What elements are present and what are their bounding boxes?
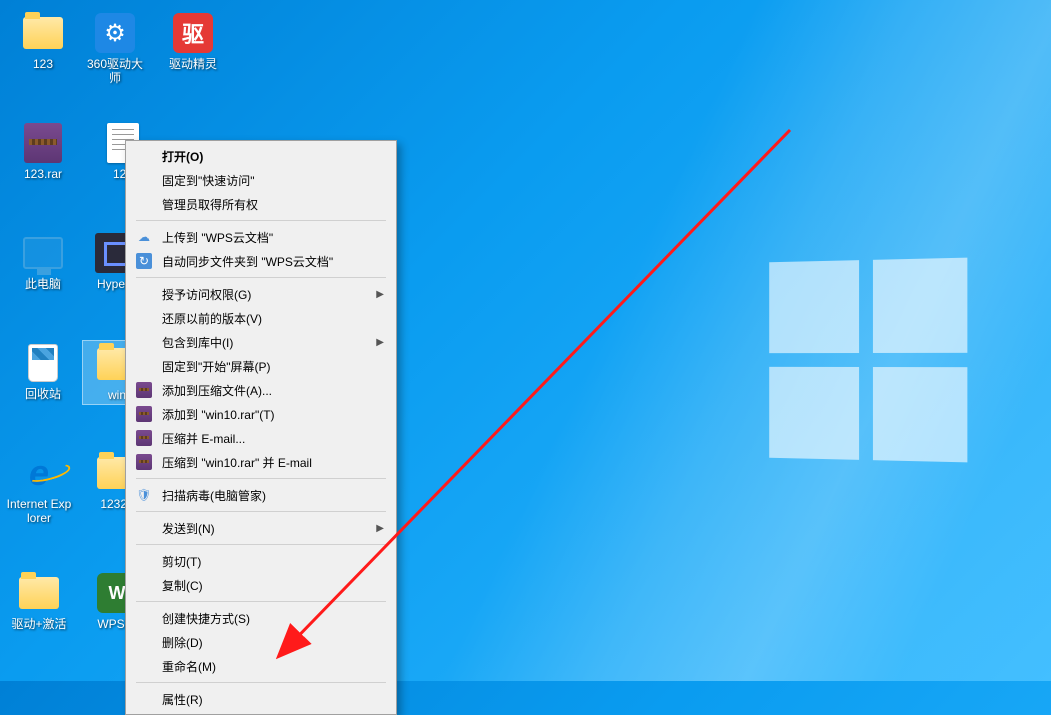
desktop-icon-123-rar[interactable]: 123.rar	[8, 120, 78, 183]
rar-icon	[136, 382, 152, 398]
menu-item[interactable]: 删除(D)	[128, 630, 394, 654]
menu-item-label: 固定到"开始"屏幕(P)	[162, 358, 271, 375]
icon-label: Internet Explorer	[6, 497, 72, 526]
rar-icon	[136, 406, 152, 422]
context-menu: 打开(O) 固定到"快速访问" 管理员取得所有权 ☁ 上传到 "WPS云文档" ↻ 自动同步…	[125, 140, 397, 715]
menu-separator	[136, 544, 386, 545]
desktop-icon-this-pc[interactable]: 此电脑	[8, 230, 78, 293]
folder-icon	[18, 572, 60, 614]
menu-item-label: 删除(D)	[162, 634, 203, 651]
icon-label: win	[108, 388, 126, 402]
menu-item[interactable]: 包含到库中(I) ▶	[128, 330, 394, 354]
chevron-right-icon: ▶	[376, 289, 384, 300]
menu-item[interactable]: 发送到(N) ▶	[128, 516, 394, 540]
menu-item[interactable]: 授予访问权限(G) ▶	[128, 282, 394, 306]
menu-item-label: 压缩并 E-mail...	[162, 430, 245, 447]
menu-item[interactable]: 复制(C)	[128, 573, 394, 597]
menu-item-label: 压缩到 "win10.rar" 并 E-mail	[162, 454, 312, 471]
menu-item-label: 剪切(T)	[162, 553, 201, 570]
rar-icon	[136, 430, 152, 446]
menu-separator	[136, 277, 386, 278]
menu-item-label: 创建快捷方式(S)	[162, 610, 250, 627]
menu-item-label: 添加到压缩文件(A)...	[162, 382, 272, 399]
menu-separator	[136, 220, 386, 221]
menu-separator	[136, 511, 386, 512]
menu-separator	[136, 601, 386, 602]
desktop-icon-driver-activate[interactable]: 驱动+激活	[4, 570, 74, 633]
menu-item-label: 属性(R)	[162, 691, 203, 708]
shield-icon: 🛡	[136, 487, 152, 503]
icon-label: 123.rar	[24, 167, 62, 181]
menu-item-label: 扫描病毒(电脑管家)	[162, 487, 266, 504]
icon-label: 驱动精灵	[169, 57, 217, 71]
desktop-icon-360-driver[interactable]: ⚙ 360驱动大师	[80, 10, 150, 88]
rar-icon	[22, 122, 64, 164]
bin-icon	[22, 342, 64, 384]
menu-item[interactable]: 属性(R)	[128, 687, 394, 711]
menu-separator	[136, 682, 386, 683]
desktop-icon-folder-123[interactable]: 123	[8, 10, 78, 73]
menu-item[interactable]: 🛡 扫描病毒(电脑管家)	[128, 483, 394, 507]
chevron-right-icon: ▶	[376, 523, 384, 534]
desktop-icon-ie[interactable]: e Internet Explorer	[4, 450, 74, 528]
app-red-icon: 驱	[172, 12, 214, 54]
menu-item[interactable]: 压缩到 "win10.rar" 并 E-mail	[128, 450, 394, 474]
menu-item[interactable]: 还原以前的版本(V)	[128, 306, 394, 330]
cloud-icon: ☁	[136, 229, 152, 245]
app-blue-icon: ⚙	[94, 12, 136, 54]
menu-item-label: 授予访问权限(G)	[162, 286, 251, 303]
menu-item-label: 重命名(M)	[162, 658, 216, 675]
menu-item-label: 还原以前的版本(V)	[162, 310, 262, 327]
folder-pic-icon	[22, 12, 64, 54]
menu-item[interactable]: 剪切(T)	[128, 549, 394, 573]
sync-icon: ↻	[136, 253, 152, 269]
menu-item[interactable]: 创建快捷方式(S)	[128, 606, 394, 630]
icon-label: 此电脑	[25, 277, 61, 291]
desktop-icon-recycle-bin[interactable]: 回收站	[8, 340, 78, 403]
menu-item-label: 管理员取得所有权	[162, 196, 258, 213]
icon-label: 123	[33, 57, 53, 71]
menu-item[interactable]: 打开(O)	[128, 144, 394, 168]
icon-label: 回收站	[25, 387, 61, 401]
pc-icon	[22, 232, 64, 274]
menu-item[interactable]: 固定到"开始"屏幕(P)	[128, 354, 394, 378]
menu-item-label: 发送到(N)	[162, 520, 215, 537]
icon-label: 360驱动大师	[82, 57, 148, 86]
menu-item[interactable]: 重命名(M)	[128, 654, 394, 678]
menu-item[interactable]: ↻ 自动同步文件夹到 "WPS云文档"	[128, 249, 394, 273]
menu-item[interactable]: 管理员取得所有权	[128, 192, 394, 216]
menu-item[interactable]: 添加到压缩文件(A)...	[128, 378, 394, 402]
menu-item-label: 自动同步文件夹到 "WPS云文档"	[162, 253, 333, 270]
desktop-icon-driver-genius[interactable]: 驱驱动精灵	[158, 10, 228, 73]
icon-label: 驱动+激活	[11, 617, 66, 631]
ie-icon: e	[18, 452, 60, 494]
menu-item-label: 添加到 "win10.rar"(T)	[162, 406, 275, 423]
menu-item[interactable]: ☁ 上传到 "WPS云文档"	[128, 225, 394, 249]
chevron-right-icon: ▶	[376, 337, 384, 348]
rar-icon	[136, 454, 152, 470]
menu-item-label: 包含到库中(I)	[162, 334, 233, 351]
menu-item-label: 复制(C)	[162, 577, 203, 594]
menu-item[interactable]: 固定到"快速访问"	[128, 168, 394, 192]
menu-item[interactable]: 添加到 "win10.rar"(T)	[128, 402, 394, 426]
menu-item-label: 固定到"快速访问"	[162, 172, 255, 189]
menu-item-label: 上传到 "WPS云文档"	[162, 229, 273, 246]
menu-item[interactable]: 压缩并 E-mail...	[128, 426, 394, 450]
menu-separator	[136, 478, 386, 479]
menu-item-label: 打开(O)	[162, 148, 203, 165]
